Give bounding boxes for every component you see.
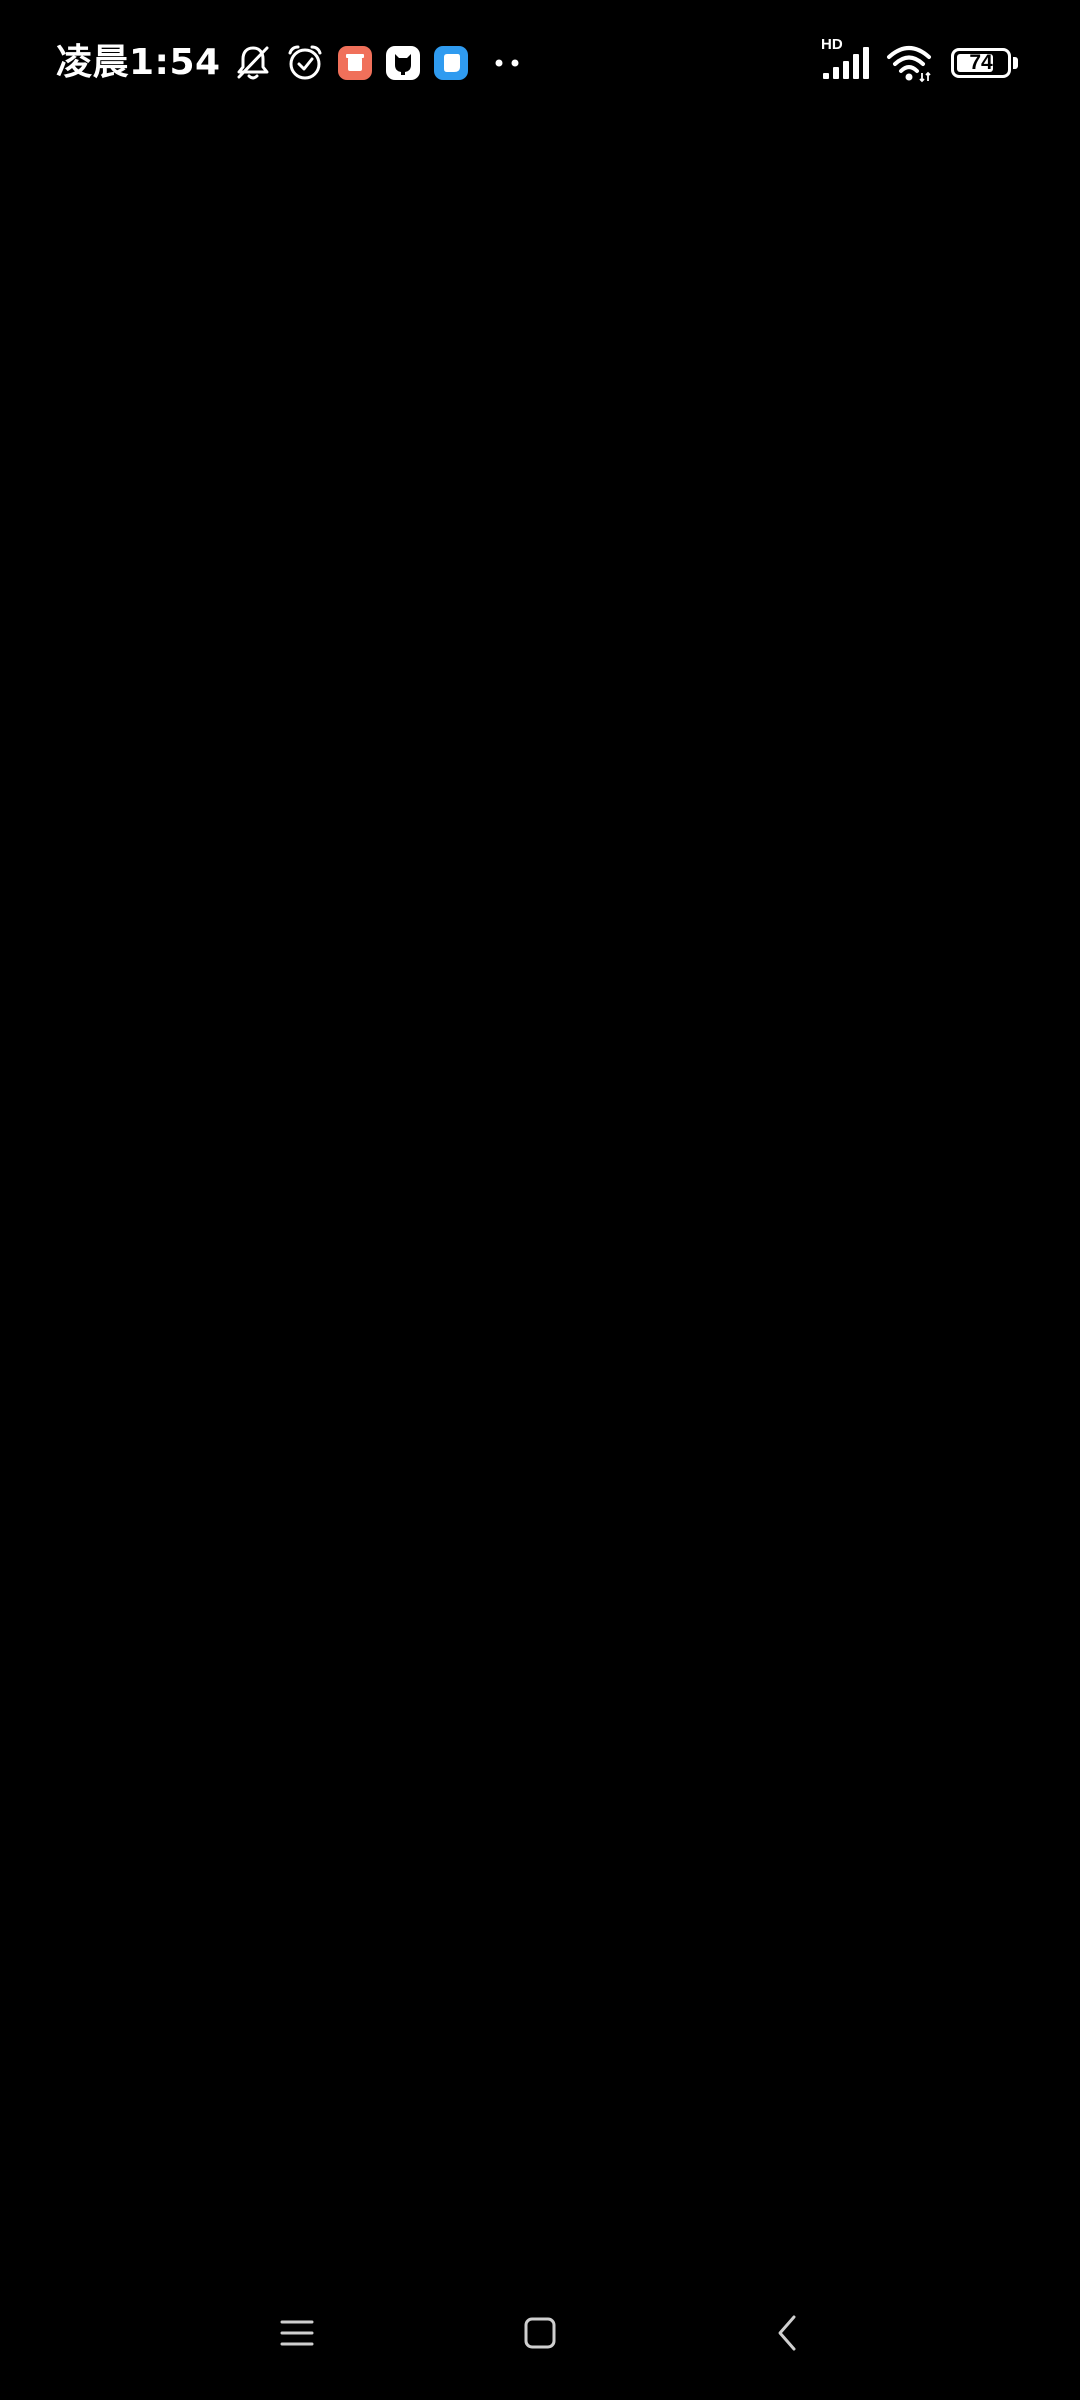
menu-icon [279, 2318, 315, 2348]
back-chevron-icon [775, 2313, 799, 2353]
red-app-icon [337, 45, 373, 81]
bell-off-icon [233, 43, 273, 83]
status-bar: 凌晨1:54 HD 74 [0, 0, 1080, 125]
cellular-signal-icon: HD [819, 37, 871, 83]
navigation-bar [0, 2265, 1080, 2400]
blue-app-icon [433, 45, 469, 81]
battery-cap [1013, 57, 1018, 69]
recent-apps-button[interactable] [237, 2265, 357, 2400]
battery-level: 74 [969, 51, 993, 74]
status-right: HD 74 [807, 37, 1018, 88]
github-app-icon [385, 45, 421, 81]
network-label: HD [821, 36, 843, 53]
home-button[interactable] [480, 2265, 600, 2400]
phone-screen: 凌晨1:54 HD 74 [0, 0, 1080, 2400]
more-dots-icon [493, 57, 521, 69]
status-left: 凌晨1:54 [56, 38, 521, 88]
home-square-icon [523, 2316, 557, 2350]
main-content [0, 125, 1080, 2265]
battery-icon: 74 [951, 48, 1011, 78]
wifi-icon [885, 43, 933, 83]
back-button[interactable] [727, 2265, 847, 2400]
status-time: 凌晨1:54 [56, 42, 221, 83]
alarm-clock-icon [285, 43, 325, 83]
